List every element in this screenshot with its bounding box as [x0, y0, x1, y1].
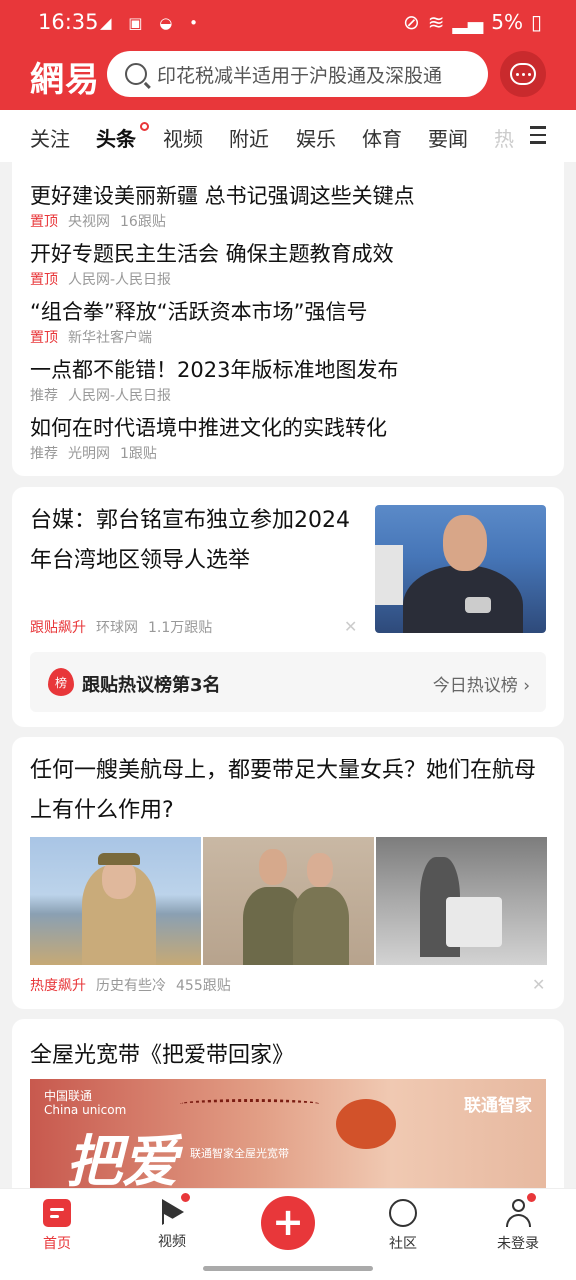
signal-icon: ▂▄ [452, 10, 484, 34]
unicom-logo: 中国联通 China unicom [44, 1089, 127, 1117]
netease-logo[interactable]: 網易 [30, 52, 100, 101]
battery-level: 5% [491, 10, 523, 34]
news-card[interactable]: 台媒：郭台铭宣布独立参加2024年台湾地区领导人选举 跟贴飙升 环球网 1.1万跟贴… [12, 487, 564, 727]
banner-subtitle: 联通智家全屋光宽带 [190, 1147, 289, 1160]
tab-nearby[interactable]: 附近 [229, 123, 269, 152]
tab-news[interactable]: 要闻 [428, 123, 468, 152]
status-time: 16:35 [38, 10, 99, 34]
profile-badge [526, 1192, 537, 1203]
tab-new-dot [140, 122, 149, 131]
ad-title[interactable]: 全屋光宽带《把爱带回家》 [30, 1037, 294, 1069]
tab-hot[interactable]: 热 [494, 123, 514, 152]
unicom-smart-home-logo: 联通智家 [464, 1096, 532, 1116]
tab-entertainment[interactable]: 娱乐 [296, 123, 336, 152]
tab-video[interactable]: 视频 [163, 123, 203, 152]
news-meta: 推荐 人民网-人民日报 [30, 388, 172, 404]
plus-icon: + [272, 1200, 304, 1244]
nav-home[interactable]: 首页 [17, 1199, 97, 1253]
news-meta: 置顶 人民网-人民日报 [30, 272, 172, 288]
notification-icons: ◢ ▣ ◒ • [100, 14, 204, 32]
tab-following[interactable]: 关注 [30, 123, 70, 152]
top-news-card: 更好建设美丽新疆 总书记强调这些关键点 置顶 央视网 16跟贴 开好专题民主生活会 … [12, 162, 564, 476]
community-icon [389, 1199, 417, 1227]
tab-headlines[interactable]: 头条 [96, 123, 136, 152]
publish-plus-button[interactable]: + [261, 1196, 315, 1250]
nav-video[interactable]: 视频 [132, 1199, 212, 1251]
tab-sports[interactable]: 体育 [362, 123, 402, 152]
app-header: 16:35 ◢ ▣ ◒ • ⊘ ≋ ▂▄ 5% ▯ 網易 印花税减半适用于沪股通… [0, 0, 576, 110]
news-meta: 推荐 光明网 1跟贴 [30, 446, 157, 462]
news-thumbnail[interactable] [375, 505, 546, 633]
hot-rank-link[interactable]: 今日热议榜 › [433, 671, 530, 696]
news-meta: 置顶 央视网 16跟贴 [30, 214, 166, 230]
news-card[interactable]: 任何一艘美航母上，都要带足大量女兵？她们在航母上有什么作用? 热度飙升 历史有些冷… [12, 737, 564, 1009]
search-bar[interactable]: 印花税减半适用于沪股通及深股通 [107, 51, 488, 97]
news-photo[interactable] [30, 837, 201, 965]
news-title[interactable]: 台媒：郭台铭宣布独立参加2024年台湾地区领导人选举 [30, 501, 350, 581]
news-meta: 置顶 新华社客户端 [30, 330, 152, 346]
search-icon [125, 63, 147, 85]
home-icon [43, 1199, 71, 1227]
news-photo[interactable] [203, 837, 374, 965]
message-button[interactable] [500, 51, 546, 97]
nav-profile[interactable]: 未登录 [478, 1199, 558, 1253]
tab-menu-icon[interactable] [530, 126, 546, 149]
message-icon [510, 63, 536, 85]
gesture-bar [203, 1266, 373, 1271]
hot-rank-label: 跟贴热议榜第3名 [82, 675, 221, 696]
dismiss-icon[interactable]: ✕ [532, 975, 545, 994]
mute-icon: ⊘ [402, 10, 420, 34]
wifi-icon: ≋ [427, 10, 445, 34]
news-title[interactable]: 开好专题民主生活会 确保主题教育成效 [30, 238, 394, 268]
hot-rank-icon: 榜 [48, 668, 74, 696]
status-right: ⊘ ≋ ▂▄ 5% ▯ [403, 10, 542, 34]
status-bar: 16:35 ◢ ▣ ◒ • ⊘ ≋ ▂▄ 5% ▯ [0, 0, 576, 46]
banner-headline: 把爱 [66, 1129, 178, 1195]
news-title[interactable]: 一点都不能错！2023年版标准地图发布 [30, 354, 398, 384]
search-placeholder: 印花税减半适用于沪股通及深股通 [157, 64, 443, 87]
news-title[interactable]: “组合拳”释放“活跃资本市场”强信号 [30, 296, 368, 326]
video-badge [180, 1192, 191, 1203]
dismiss-icon[interactable]: ✕ [344, 617, 357, 636]
news-meta: 跟贴飙升 环球网 1.1万跟贴 [30, 620, 213, 636]
news-title[interactable]: 更好建设美丽新疆 总书记强调这些关键点 [30, 180, 415, 210]
news-title[interactable]: 任何一艘美航母上，都要带足大量女兵？她们在航母上有什么作用? [30, 751, 546, 831]
battery-icon: ▯ [530, 10, 542, 34]
news-photo[interactable] [376, 837, 547, 965]
user-icon [504, 1199, 532, 1227]
news-title[interactable]: 如何在时代语境中推进文化的实践转化 [30, 412, 387, 442]
news-meta: 热度飙升 历史有些冷 455跟贴 [30, 978, 231, 994]
channel-tabs: 关注 头条 视频 附近 娱乐 体育 要闻 热 [0, 110, 576, 162]
nav-community[interactable]: 社区 [363, 1199, 443, 1253]
hot-rank-bar[interactable]: 榜 跟贴热议榜第3名 今日热议榜 › [30, 652, 546, 712]
